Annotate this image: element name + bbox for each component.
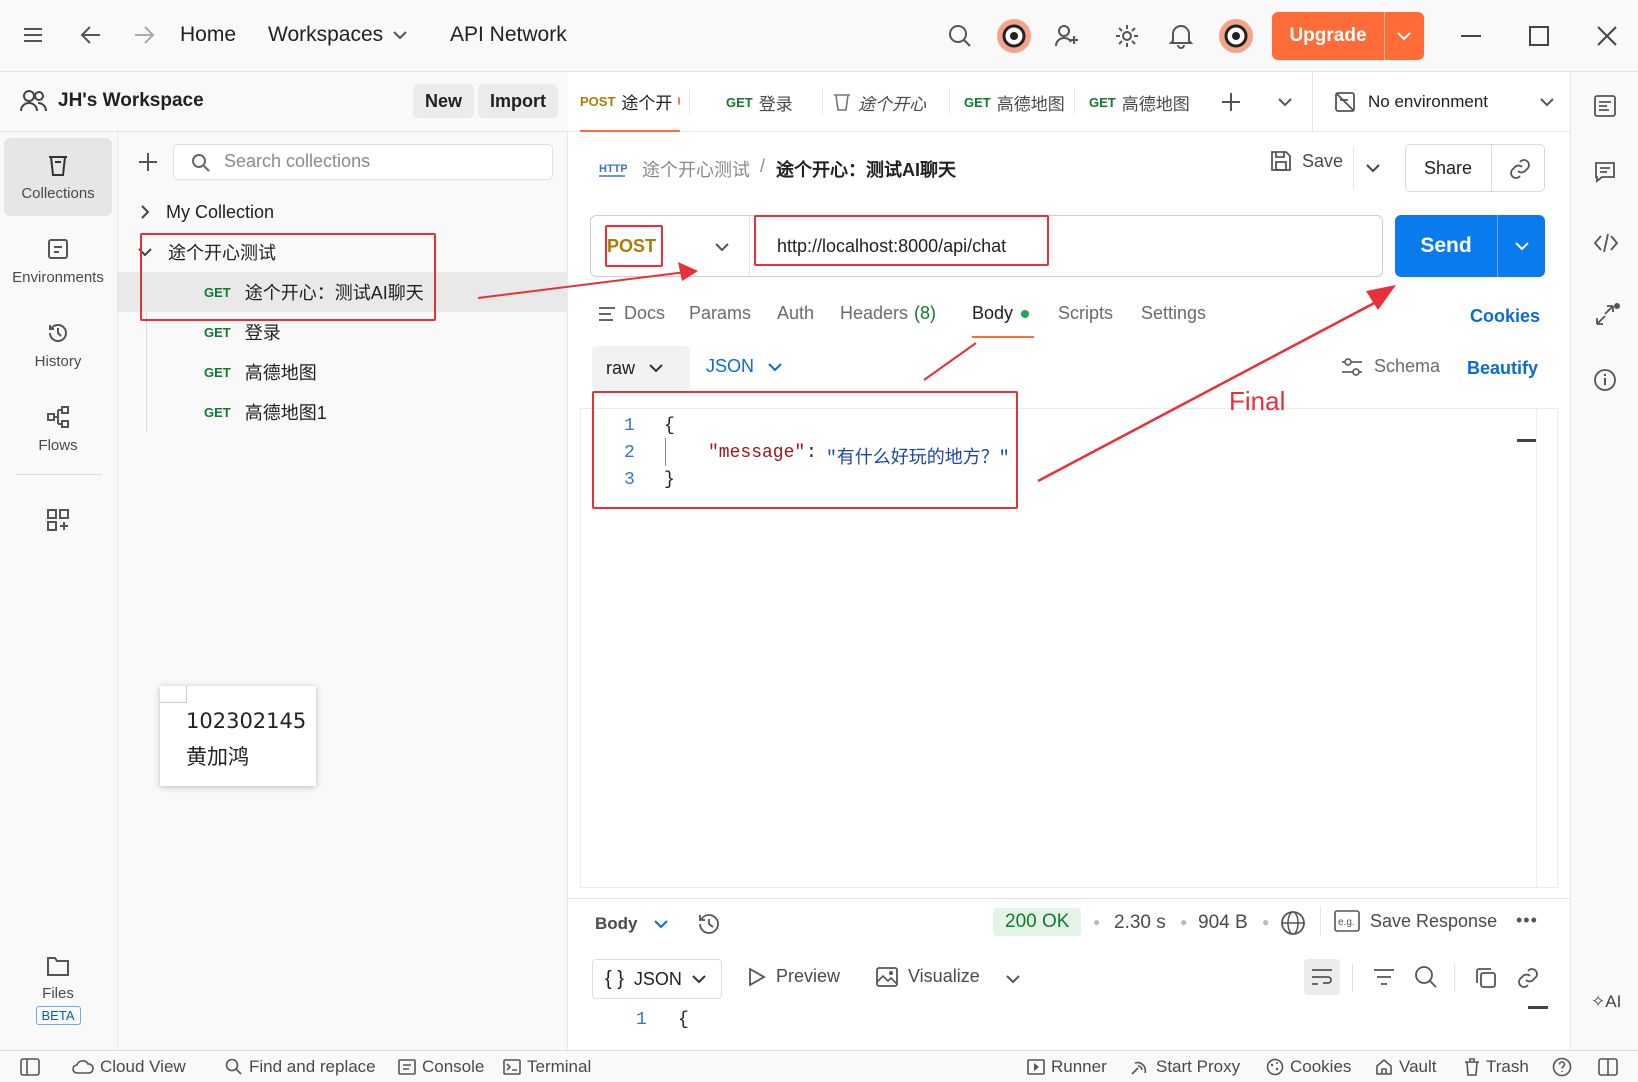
console-label: Console — [422, 1057, 485, 1076]
runner-button[interactable]: Runner — [1027, 1051, 1107, 1082]
response-history-icon[interactable] — [696, 911, 722, 937]
two-pane-toggle-button[interactable] — [1598, 1051, 1618, 1082]
toggle-sidebar-button[interactable] — [20, 1051, 40, 1082]
preview-label: Preview — [776, 966, 841, 986]
wrap-lines-button[interactable] — [1304, 959, 1340, 995]
proxy-signal-icon — [1130, 1058, 1150, 1076]
terminal-button[interactable]: Terminal — [503, 1051, 591, 1082]
sidebar-layout-icon — [20, 1058, 40, 1076]
cookies-button[interactable]: Cookies — [1266, 1051, 1351, 1082]
copy-icon[interactable] — [1474, 966, 1498, 990]
line-number: 1 — [636, 1010, 647, 1030]
response-size: 904 B — [1198, 912, 1248, 933]
search-icon — [225, 1058, 243, 1076]
wrap-lines-icon — [1310, 967, 1334, 987]
vault-icon — [1375, 1058, 1393, 1076]
status-separator-dot: ● — [1262, 915, 1270, 929]
find-replace-label: Find and replace — [249, 1057, 376, 1076]
globe-icon[interactable] — [1280, 910, 1306, 936]
toolbar-divider — [1352, 964, 1353, 992]
braces-icon: { } — [605, 967, 624, 990]
search-icon[interactable] — [1414, 965, 1438, 989]
visualize-button[interactable]: Visualize — [876, 966, 980, 987]
console-button[interactable]: Console — [398, 1051, 484, 1082]
cloud-icon — [72, 1059, 94, 1075]
cloud-view-button[interactable]: Cloud View — [72, 1051, 186, 1082]
cookies-label: Cookies — [1290, 1057, 1352, 1076]
response-divider — [568, 898, 1570, 899]
preview-button[interactable]: Preview — [748, 966, 840, 987]
response-format-dropdown[interactable]: { } JSON — [592, 959, 722, 999]
chevron-down-icon — [692, 974, 706, 984]
save-response-label: Save Response — [1370, 910, 1498, 931]
chevron-down-icon — [653, 919, 668, 929]
trash-icon — [1464, 1058, 1480, 1076]
save-response-button[interactable]: e.g. Save Response — [1334, 910, 1497, 932]
arrow-line-final — [1037, 298, 1381, 483]
visualize-label: Visualize — [908, 966, 980, 986]
example-icon: e.g. — [1334, 910, 1360, 932]
status-separator-dot: ● — [1093, 915, 1101, 929]
status-separator-dot: ● — [1180, 915, 1188, 929]
code-brace: { — [678, 1010, 689, 1030]
response-time: 2.30 s — [1114, 912, 1166, 933]
status-badge: 200 OK — [993, 908, 1082, 936]
toolbar-divider — [1454, 964, 1455, 992]
runner-label: Runner — [1051, 1057, 1107, 1076]
terminal-icon — [503, 1059, 521, 1075]
response-body-label: Body — [595, 914, 638, 933]
runner-play-icon — [1027, 1059, 1045, 1075]
console-icon — [398, 1059, 416, 1075]
vault-button[interactable]: Vault — [1375, 1051, 1437, 1082]
svg-text:e.g.: e.g. — [1338, 917, 1355, 928]
trash-button[interactable]: Trash — [1464, 1051, 1529, 1082]
find-replace-button[interactable]: Find and replace — [225, 1051, 376, 1082]
filter-icon[interactable] — [1372, 967, 1396, 987]
chevron-down-icon[interactable] — [1006, 974, 1020, 984]
arrow-line-body — [923, 342, 977, 381]
help-question-icon — [1552, 1057, 1572, 1077]
response-format-value: JSON — [633, 968, 682, 989]
help-button[interactable] — [1552, 1051, 1572, 1082]
trash-label: Trash — [1486, 1057, 1529, 1076]
link-icon[interactable] — [1516, 966, 1540, 990]
terminal-label: Terminal — [527, 1057, 592, 1076]
response-scroll-marker — [1528, 1006, 1548, 1009]
start-proxy-label: Start Proxy — [1156, 1057, 1241, 1076]
play-icon — [748, 966, 766, 987]
start-proxy-button[interactable]: Start Proxy — [1130, 1051, 1240, 1082]
two-pane-layout-icon — [1598, 1058, 1618, 1076]
image-icon — [876, 966, 898, 987]
save-response-divider — [1320, 906, 1321, 936]
arrow-line-collection — [477, 271, 687, 299]
arrowhead-icon — [678, 262, 698, 281]
status-bar: Cloud View Find and replace Console Term… — [0, 1050, 1638, 1082]
cookie-icon — [1266, 1058, 1284, 1076]
response-body-dropdown[interactable]: Body — [595, 914, 668, 934]
vault-label: Vault — [1399, 1057, 1437, 1076]
cloud-view-label: Cloud View — [100, 1057, 186, 1076]
more-options-icon[interactable]: ••• — [1516, 910, 1538, 931]
